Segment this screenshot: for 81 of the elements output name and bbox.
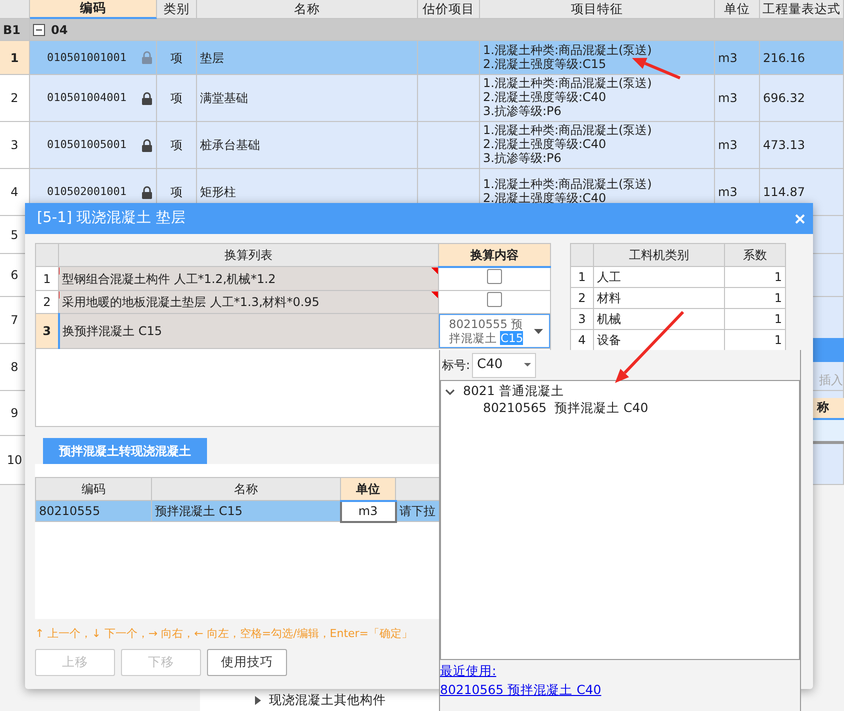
feature-cell: 1.混凝土种类:商品混凝土(泵送) 2.混凝土强度等级:C40 3.抗渗等级:P6: [480, 75, 715, 122]
category-cell: 人工: [594, 266, 725, 288]
code-cell: 010502001001: [47, 185, 127, 199]
conversion-label: 采用地暖的地板混凝土垫层 人工*1.3,材料*0.95: [58, 290, 438, 314]
chevron-down-icon[interactable]: [445, 388, 455, 394]
feature-cell: 1.混凝土种类:商品混凝土(泵送) 2.混凝土强度等级:C15: [480, 41, 715, 75]
factor-cell: 1: [724, 308, 786, 330]
action-button[interactable]: 使用技巧: [207, 648, 287, 676]
type-cell: 项: [157, 41, 197, 75]
name-cell: 桩承台基础: [197, 122, 418, 169]
column-header: 系数: [724, 244, 786, 266]
row-number[interactable]: 2: [36, 290, 58, 314]
group-code: 04: [51, 22, 68, 38]
quantity-cell: 696.32: [760, 75, 844, 122]
recent-label-link[interactable]: 最近使用:: [440, 663, 496, 678]
dropdown-prompt: 请下拉: [396, 500, 439, 522]
collapse-icon[interactable]: [33, 24, 45, 36]
unit-cell: m3: [715, 41, 760, 75]
column-header: 称: [813, 398, 844, 420]
column-header: 名称: [197, 0, 418, 19]
unit-cell: m3: [715, 122, 760, 169]
dropdown-field[interactable]: 80210555 预拌混凝土 C15: [439, 314, 550, 348]
type-cell: 项: [157, 122, 197, 169]
code-cell: 80210555: [36, 500, 152, 522]
row-number[interactable]: 1: [36, 266, 58, 290]
quantity-cell: 473.13: [760, 122, 844, 169]
unit-field[interactable]: m3: [340, 500, 396, 522]
column-header: 类别: [157, 0, 197, 19]
name-cell: 满堂基础: [197, 75, 418, 122]
column-header: 名称: [152, 478, 340, 500]
code-cell: 010501005001: [47, 138, 127, 152]
row-number[interactable]: 1: [0, 41, 30, 75]
row-number[interactable]: 1: [570, 266, 594, 288]
quantity-cell: 216.16: [760, 41, 844, 75]
factor-cell: 1: [724, 266, 786, 288]
column-header: 单位: [715, 0, 760, 19]
table-cell: [418, 75, 480, 122]
column-header: 换算内容: [438, 244, 550, 266]
expand-icon[interactable]: [255, 696, 261, 704]
row-number[interactable]: 2: [570, 288, 594, 308]
type-cell: 项: [157, 75, 197, 122]
checkbox[interactable]: [487, 292, 502, 307]
name-cell: 预拌混凝土 C15: [152, 500, 340, 522]
row-number[interactable]: 2: [0, 75, 30, 122]
caret-icon: [524, 363, 532, 367]
column-header: 估价项目: [418, 0, 480, 19]
column-header: 工料机类别: [594, 244, 725, 266]
code-cell: 010501004001: [47, 91, 127, 105]
column-header: 编码: [30, 0, 157, 19]
row-number[interactable]: 4: [0, 169, 30, 216]
row-number[interactable]: 4: [570, 330, 594, 350]
recent-item-link[interactable]: 80210565 预拌混凝土 C40: [440, 682, 602, 697]
conversion-label: 型钢组合混凝土构件 人工*1.2,机械*1.2: [58, 266, 438, 290]
grade-select[interactable]: C40: [472, 352, 536, 378]
column-header: 换算列表: [58, 244, 438, 266]
table-cell: [418, 122, 480, 169]
row-number[interactable]: 3: [36, 314, 58, 348]
shortcut-hint: ↑ 上一个，↓ 下一个，→ 向右，← 向左，空格=勾选/编辑，Enter=「确定」: [35, 626, 414, 642]
category-cell: 机械: [594, 308, 725, 330]
panel-header-bar: [813, 338, 844, 362]
feature-cell: 1.混凝土种类:商品混凝土(泵送) 2.混凝土强度等级:C40 3.抗渗等级:P6: [480, 122, 715, 169]
row-number[interactable]: 3: [0, 122, 30, 169]
name-cell: 垫层: [197, 41, 418, 75]
conversion-label: 换预拌混凝土 C15: [58, 314, 438, 348]
checkbox[interactable]: [487, 268, 502, 284]
column-header: 编码: [36, 478, 152, 500]
category-cell: 材料: [594, 288, 725, 308]
factor-cell: 1: [724, 288, 786, 308]
tree-item[interactable]: 8021 普通混凝土: [463, 382, 564, 401]
column-header: 项目特征: [480, 0, 715, 19]
header-corner: [0, 0, 30, 19]
close-icon[interactable]: [795, 214, 805, 224]
row-label: B1: [0, 19, 30, 41]
tree-item[interactable]: 80210565 预拌混凝土 C40: [483, 399, 648, 418]
unit-cell: m3: [715, 75, 760, 122]
column-header: 单位: [340, 478, 396, 500]
caret-icon: [534, 328, 543, 334]
code-cell: 010501001001: [47, 50, 127, 64]
row-number[interactable]: 3: [570, 308, 594, 330]
column-header: 工程量表达式: [760, 0, 844, 19]
grade-label: 标号:: [442, 357, 470, 374]
